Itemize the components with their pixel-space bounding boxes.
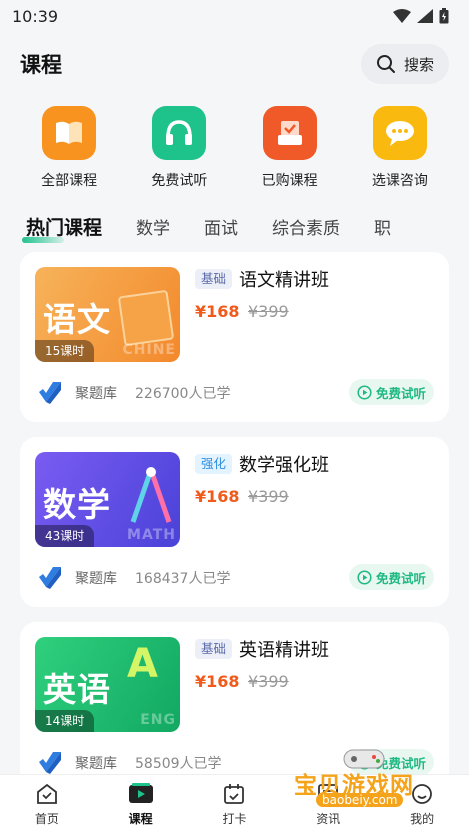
tab-label: 热门课程	[26, 216, 103, 239]
provider-name: 聚题库	[75, 386, 117, 402]
level-badge: 基础	[195, 269, 233, 289]
course-price: ¥168	[195, 302, 240, 321]
course-card-math[interactable]: 数学 MATH 43课时 强化 数学强化班 ¥168 ¥399 聚题库 1684…	[20, 437, 449, 607]
quick-consult[interactable]: 选课咨询	[350, 106, 450, 196]
cube-graphic	[117, 289, 175, 347]
thumb-title: 英语	[43, 670, 111, 709]
home-icon	[36, 783, 57, 804]
nav-checkin[interactable]: 打卡	[194, 782, 274, 827]
nav-courses[interactable]: 课程	[101, 782, 181, 827]
level-badge: 强化	[195, 454, 233, 474]
tab-comprehensive[interactable]: 综合素质	[272, 214, 340, 239]
nav-home[interactable]: 首页	[7, 782, 87, 827]
thumb-en: ENG	[140, 712, 176, 728]
wifi-icon	[393, 9, 411, 23]
play-course-icon	[128, 783, 153, 803]
quick-label: 已购课程	[261, 173, 318, 189]
play-circle-icon	[357, 384, 372, 400]
watermark-logo: 宝贝游戏网 baobeiy.com	[290, 744, 440, 816]
thumb-en: MATH	[127, 527, 176, 543]
learner-count: 58509人已学	[135, 756, 222, 772]
level-badge: 基础	[195, 639, 233, 659]
tab-hot-courses[interactable]: 热门课程	[22, 213, 103, 243]
play-circle-icon	[357, 569, 372, 585]
course-price: ¥168	[195, 672, 240, 691]
course-title: 语文精讲班	[239, 270, 329, 291]
learner-count: 168437人已学	[135, 571, 231, 587]
quick-label: 选课咨询	[371, 173, 428, 189]
nav-label: 课程	[128, 812, 153, 826]
quick-purchased[interactable]: 已购课程	[240, 106, 340, 196]
course-hours: 14课时	[35, 710, 95, 732]
nav-label: 打卡	[222, 812, 247, 826]
tab-interview[interactable]: 面试	[204, 214, 238, 239]
course-price: ¥168	[195, 487, 240, 506]
status-icons	[393, 8, 449, 24]
learner-count: 226700人已学	[135, 386, 231, 402]
course-thumbnail: 语文 CHINE 15课时	[35, 267, 180, 362]
status-bar: 10:39	[0, 0, 469, 32]
compass-graphic	[130, 467, 172, 523]
tab-career[interactable]: 职	[374, 214, 391, 239]
course-thumbnail: A 英语 ENG 14课时	[35, 637, 180, 732]
provider-logo-icon	[39, 382, 61, 404]
book-icon	[42, 106, 97, 160]
chat-bubble-icon	[372, 106, 427, 160]
course-thumbnail: 数学 MATH 43课时	[35, 452, 180, 547]
course-card-chinese[interactable]: 语文 CHINE 15课时 基础 语文精讲班 ¥168 ¥399 聚题库 226…	[20, 252, 449, 422]
search-label: 搜索	[403, 55, 434, 74]
free-trial-button[interactable]: 免费试听	[348, 379, 434, 405]
course-title: 数学强化班	[239, 455, 329, 476]
free-trial-label: 免费试听	[375, 570, 426, 586]
tab-math[interactable]: 数学	[136, 214, 170, 239]
thumb-en: CHINE	[122, 342, 176, 358]
headphones-icon	[152, 106, 207, 160]
quick-label: 免费试听	[151, 173, 208, 189]
search-icon	[376, 55, 395, 73]
provider-logo-icon	[39, 567, 61, 589]
watermark-url: baobeiy.com	[316, 793, 404, 807]
header: 课程 搜索	[0, 40, 469, 88]
provider-name: 聚题库	[75, 571, 117, 587]
quick-free-trial[interactable]: 免费试听	[129, 106, 229, 196]
free-trial-label: 免费试听	[375, 385, 426, 401]
battery-icon	[439, 8, 449, 24]
original-price: ¥399	[248, 302, 289, 321]
calendar-check-icon	[224, 784, 245, 804]
signal-icon	[417, 9, 433, 23]
provider-name: 聚题库	[75, 756, 117, 772]
status-time: 10:39	[12, 6, 59, 26]
quick-all-courses[interactable]: 全部课程	[19, 106, 119, 196]
course-title: 英语精讲班	[239, 640, 329, 661]
letters-graphic: A	[127, 641, 158, 687]
free-trial-button[interactable]: 免费试听	[348, 564, 434, 590]
original-price: ¥399	[248, 487, 289, 506]
nav-label: 首页	[34, 812, 59, 826]
provider-logo-icon	[39, 752, 61, 774]
quick-label: 全部课程	[41, 173, 98, 189]
course-hours: 43课时	[35, 525, 95, 547]
quick-actions: 全部课程 免费试听 已购课程 选课咨询	[0, 106, 469, 196]
course-hours: 15课时	[35, 340, 95, 362]
search-button[interactable]: 搜索	[361, 44, 449, 84]
original-price: ¥399	[248, 672, 289, 691]
purchased-box-icon	[262, 106, 317, 160]
page-title: 课程	[20, 53, 62, 77]
thumb-title: 数学	[43, 485, 111, 524]
category-tabs: 热门课程 数学 面试 综合素质 职	[0, 208, 469, 244]
thumb-title: 语文	[43, 300, 111, 339]
